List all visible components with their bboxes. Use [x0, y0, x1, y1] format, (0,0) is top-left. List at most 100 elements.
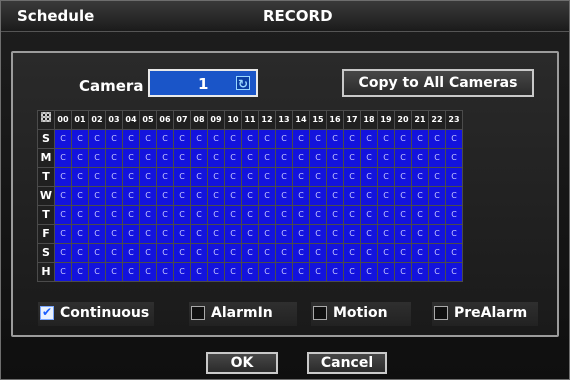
schedule-cell[interactable]: C — [377, 205, 395, 225]
schedule-cell[interactable]: C — [139, 167, 157, 187]
schedule-cell[interactable]: C — [71, 186, 89, 206]
schedule-cell[interactable]: C — [428, 262, 446, 282]
schedule-cell[interactable]: C — [411, 205, 429, 225]
schedule-cell[interactable]: C — [394, 224, 412, 244]
day-header[interactable]: T — [37, 167, 55, 187]
schedule-cell[interactable]: C — [445, 148, 463, 168]
schedule-cell[interactable]: C — [105, 243, 123, 263]
schedule-cell[interactable]: C — [258, 262, 276, 282]
schedule-cell[interactable]: C — [275, 205, 293, 225]
camera-select[interactable]: 1 ↻ — [148, 69, 258, 97]
hour-header[interactable]: 19 — [377, 110, 395, 130]
schedule-cell[interactable]: C — [71, 167, 89, 187]
schedule-cell[interactable]: C — [156, 167, 174, 187]
schedule-cell[interactable]: C — [241, 129, 259, 149]
schedule-cell[interactable]: C — [122, 186, 140, 206]
schedule-cell[interactable]: C — [258, 167, 276, 187]
schedule-cell[interactable]: C — [411, 186, 429, 206]
select-all-cell[interactable] — [37, 110, 55, 130]
schedule-cell[interactable]: C — [71, 129, 89, 149]
schedule-cell[interactable]: C — [275, 167, 293, 187]
schedule-cell[interactable]: C — [394, 167, 412, 187]
schedule-cell[interactable]: C — [190, 243, 208, 263]
schedule-cell[interactable]: C — [105, 224, 123, 244]
schedule-cell[interactable]: C — [207, 167, 225, 187]
hour-header[interactable]: 15 — [309, 110, 327, 130]
schedule-cell[interactable]: C — [241, 148, 259, 168]
day-header[interactable]: F — [37, 224, 55, 244]
hour-header[interactable]: 12 — [258, 110, 276, 130]
schedule-cell[interactable]: C — [292, 224, 310, 244]
schedule-cell[interactable]: C — [190, 148, 208, 168]
schedule-cell[interactable]: C — [190, 205, 208, 225]
day-header[interactable]: W — [37, 186, 55, 206]
schedule-cell[interactable]: C — [139, 186, 157, 206]
hour-header[interactable]: 05 — [139, 110, 157, 130]
schedule-cell[interactable]: C — [241, 167, 259, 187]
schedule-cell[interactable]: C — [122, 205, 140, 225]
schedule-cell[interactable]: C — [54, 224, 72, 244]
schedule-cell[interactable]: C — [122, 243, 140, 263]
schedule-cell[interactable]: C — [156, 243, 174, 263]
copy-to-all-cameras-button[interactable]: Copy to All Cameras — [342, 69, 534, 97]
schedule-cell[interactable]: C — [275, 243, 293, 263]
schedule-cell[interactable]: C — [139, 224, 157, 244]
schedule-cell[interactable]: C — [241, 262, 259, 282]
checkbox-icon[interactable] — [40, 305, 54, 320]
schedule-cell[interactable]: C — [394, 148, 412, 168]
schedule-cell[interactable]: C — [258, 224, 276, 244]
schedule-cell[interactable]: C — [54, 148, 72, 168]
hour-header[interactable]: 13 — [275, 110, 293, 130]
schedule-cell[interactable]: C — [309, 262, 327, 282]
schedule-cell[interactable]: C — [292, 129, 310, 149]
schedule-cell[interactable]: C — [360, 262, 378, 282]
schedule-cell[interactable]: C — [139, 129, 157, 149]
schedule-cell[interactable]: C — [88, 186, 106, 206]
hour-header[interactable]: 23 — [445, 110, 463, 130]
hour-header[interactable]: 09 — [207, 110, 225, 130]
schedule-cell[interactable]: C — [71, 205, 89, 225]
schedule-cell[interactable]: C — [139, 262, 157, 282]
schedule-cell[interactable]: C — [394, 186, 412, 206]
schedule-cell[interactable]: C — [326, 148, 344, 168]
schedule-cell[interactable]: C — [445, 262, 463, 282]
schedule-cell[interactable]: C — [326, 243, 344, 263]
schedule-cell[interactable]: C — [224, 205, 242, 225]
schedule-cell[interactable]: C — [224, 243, 242, 263]
schedule-cell[interactable]: C — [54, 186, 72, 206]
schedule-cell[interactable]: C — [343, 129, 361, 149]
checkbox-icon[interactable] — [434, 306, 448, 320]
hour-header[interactable]: 06 — [156, 110, 174, 130]
schedule-cell[interactable]: C — [360, 224, 378, 244]
schedule-cell[interactable]: C — [224, 262, 242, 282]
schedule-cell[interactable]: C — [224, 224, 242, 244]
schedule-cell[interactable]: C — [326, 205, 344, 225]
hour-header[interactable]: 18 — [360, 110, 378, 130]
schedule-cell[interactable]: C — [190, 186, 208, 206]
schedule-cell[interactable]: C — [173, 148, 191, 168]
day-header[interactable]: M — [37, 148, 55, 168]
schedule-cell[interactable]: C — [105, 129, 123, 149]
schedule-cell[interactable]: C — [105, 167, 123, 187]
hour-header[interactable]: 04 — [122, 110, 140, 130]
hour-header[interactable]: 08 — [190, 110, 208, 130]
schedule-cell[interactable]: C — [258, 205, 276, 225]
schedule-cell[interactable]: C — [445, 167, 463, 187]
hour-header[interactable]: 16 — [326, 110, 344, 130]
schedule-cell[interactable]: C — [173, 262, 191, 282]
hour-header[interactable]: 10 — [224, 110, 242, 130]
schedule-cell[interactable]: C — [105, 186, 123, 206]
schedule-cell[interactable]: C — [445, 243, 463, 263]
schedule-cell[interactable]: C — [309, 129, 327, 149]
legend-continuous-option[interactable]: Continuous — [38, 302, 154, 326]
schedule-cell[interactable]: C — [343, 243, 361, 263]
legend-prealarm-option[interactable]: PreAlarm — [432, 302, 538, 326]
schedule-cell[interactable]: C — [326, 224, 344, 244]
schedule-cell[interactable]: C — [411, 243, 429, 263]
hour-header[interactable]: 01 — [71, 110, 89, 130]
schedule-cell[interactable]: C — [54, 167, 72, 187]
schedule-cell[interactable]: C — [292, 205, 310, 225]
hour-header[interactable]: 02 — [88, 110, 106, 130]
day-header[interactable]: S — [37, 129, 55, 149]
schedule-cell[interactable]: C — [156, 186, 174, 206]
